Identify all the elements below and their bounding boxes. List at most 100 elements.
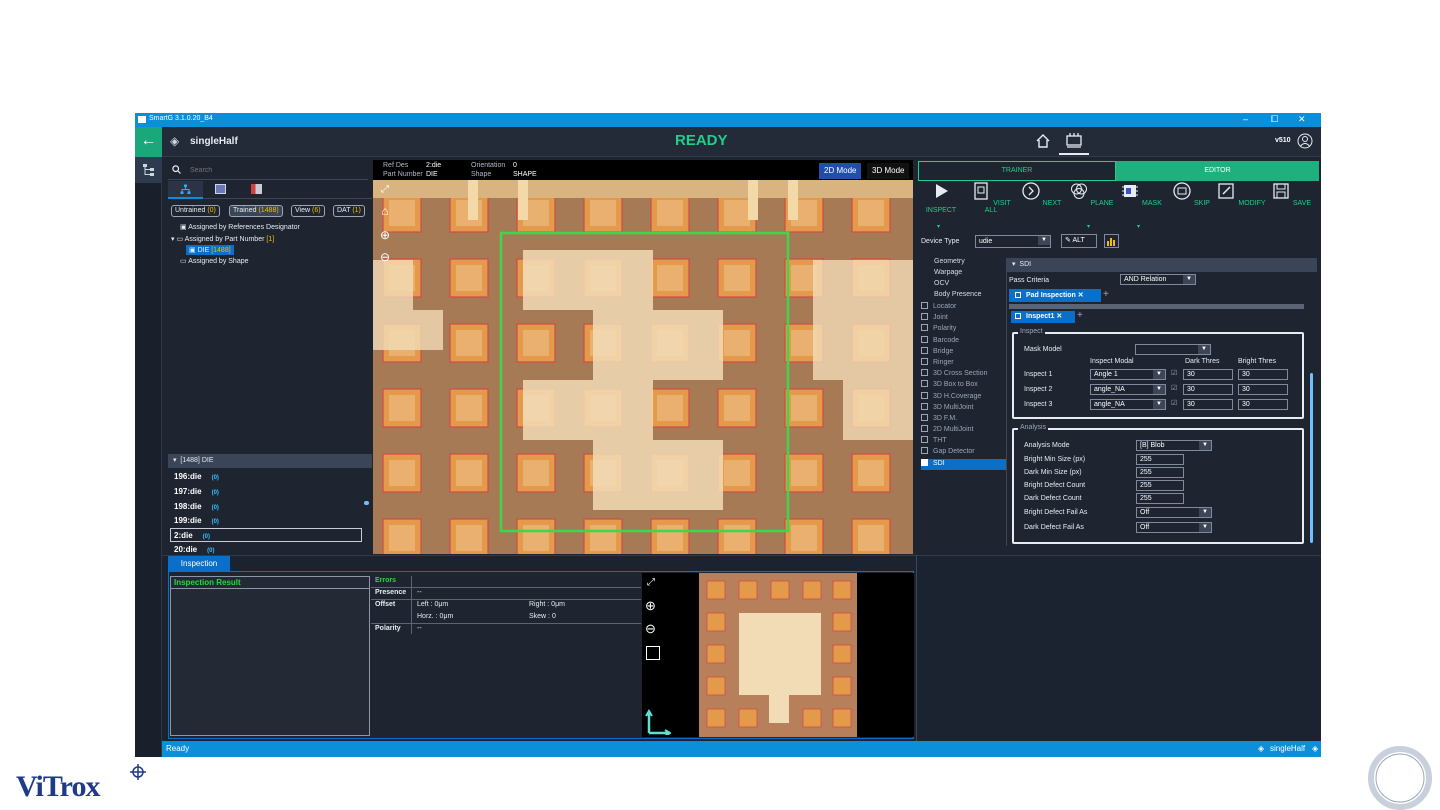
filter-view[interactable]: View (6) bbox=[291, 205, 325, 217]
back-button[interactable]: ← bbox=[135, 127, 162, 157]
menu-3d-cross-section[interactable]: 3D Cross Section bbox=[921, 369, 1007, 380]
mask-model-select[interactable] bbox=[1135, 344, 1211, 355]
mask-button[interactable]: MASK bbox=[1116, 181, 1166, 207]
bright-thres-input[interactable]: 30 bbox=[1238, 399, 1288, 410]
menu-2d-multijoint[interactable]: 2D MultiJoint bbox=[921, 425, 1007, 436]
main-image-view[interactable] bbox=[373, 180, 913, 554]
checkbox[interactable] bbox=[921, 436, 928, 444]
list-item[interactable]: 196:die (0) bbox=[174, 472, 219, 481]
menu-tht[interactable]: THT bbox=[921, 436, 1007, 447]
grid-view-icon[interactable] bbox=[215, 184, 226, 194]
list-item-selected[interactable]: 2:die (0) bbox=[170, 528, 362, 542]
checkbox[interactable] bbox=[921, 391, 928, 399]
tree-ref-designator[interactable]: ▣ Assigned by References Designator bbox=[180, 223, 300, 231]
analysis-mode-select[interactable]: [B] Blob bbox=[1136, 440, 1212, 451]
dark-thres-input[interactable]: 30 bbox=[1183, 384, 1233, 395]
checkbox[interactable] bbox=[921, 313, 928, 321]
search-box[interactable] bbox=[168, 160, 368, 180]
die-list-header[interactable]: ▾ [1488] DIE bbox=[168, 454, 372, 468]
menu-polarity[interactable]: Polarity bbox=[921, 324, 1007, 335]
menu-ringer[interactable]: Ringer bbox=[921, 357, 1007, 369]
visit-all-button[interactable]: VISIT ALL bbox=[966, 181, 1016, 214]
dark-min-size-input[interactable]: 255 bbox=[1136, 467, 1184, 478]
chart-button[interactable] bbox=[1104, 234, 1119, 248]
close-button[interactable]: ✕ bbox=[1298, 114, 1306, 125]
zoom-in-icon[interactable]: ⊕ bbox=[645, 598, 656, 614]
minimize-button[interactable]: – bbox=[1243, 114, 1248, 124]
list-item[interactable]: 199:die (0) bbox=[174, 516, 219, 525]
dark-thres-input[interactable]: 30 bbox=[1183, 369, 1233, 380]
bright-defect-fail-select[interactable]: Off bbox=[1136, 507, 1212, 518]
sdi-scrollbar[interactable] bbox=[1310, 373, 1313, 543]
menu-gap-detector[interactable]: Gap Detector bbox=[921, 447, 1007, 458]
close-tab-icon[interactable]: ✕ bbox=[1056, 313, 1062, 320]
menu-joint[interactable]: Joint bbox=[921, 313, 1007, 324]
zoom-out-icon[interactable]: ⊖ bbox=[376, 250, 394, 272]
next-button[interactable]: NEXT bbox=[1016, 181, 1066, 207]
checkbox[interactable] bbox=[921, 335, 928, 343]
inspect-button[interactable]: INSPECT bbox=[916, 181, 966, 214]
menu-sdi-selected[interactable]: SDI bbox=[921, 458, 1007, 470]
checkbox[interactable] bbox=[921, 380, 928, 388]
inspect-modal-select[interactable]: angle_NA bbox=[1090, 399, 1166, 410]
mode-3d-button[interactable]: 3D Mode bbox=[867, 163, 910, 179]
tree-part-number[interactable]: ▾ ▭ Assigned by Part Number [1] bbox=[171, 235, 274, 243]
list-item[interactable]: 20:die (0) bbox=[174, 545, 214, 554]
list-item[interactable]: 197:die (0) bbox=[174, 487, 219, 496]
home-icon[interactable] bbox=[1035, 133, 1051, 149]
tab-tree-view[interactable] bbox=[168, 181, 203, 199]
maximize-button[interactable]: ⧠ bbox=[1271, 114, 1278, 125]
tree-shape[interactable]: ▭ Assigned by Shape bbox=[180, 257, 249, 265]
nav-item-tree[interactable] bbox=[135, 157, 162, 183]
modify-button[interactable]: MODIFY bbox=[1216, 181, 1266, 207]
menu-ocv[interactable]: OCV bbox=[921, 280, 1007, 291]
zoom-in-icon[interactable]: ⊕ bbox=[376, 228, 394, 250]
menu-warpage[interactable]: Warpage bbox=[921, 269, 1007, 280]
checkbox[interactable] bbox=[1015, 292, 1021, 298]
tab-editor[interactable]: EDITOR bbox=[1116, 161, 1319, 181]
filter-dat[interactable]: DAT (1) bbox=[333, 205, 365, 217]
skip-button[interactable]: SKIP bbox=[1166, 181, 1216, 207]
tab-trainer[interactable]: TRAINER bbox=[918, 161, 1116, 181]
list-scrollbar[interactable] bbox=[364, 501, 369, 505]
menu-geometry[interactable]: Geometry bbox=[921, 258, 1007, 269]
checkbox[interactable] bbox=[921, 357, 928, 365]
checkbox[interactable] bbox=[921, 324, 928, 332]
checkbox[interactable] bbox=[921, 369, 928, 377]
menu-3d-fm[interactable]: 3D F.M. bbox=[921, 413, 1007, 425]
checkbox[interactable] bbox=[921, 346, 928, 354]
filter-trained[interactable]: Trained (1488) bbox=[229, 205, 283, 217]
thumbnail-viewer[interactable]: ⤢ ⊕ ⊖ bbox=[642, 573, 914, 737]
machine-icon[interactable] bbox=[1065, 132, 1083, 148]
menu-3d-h-coverage[interactable]: 3D H.Coverage bbox=[921, 391, 1007, 403]
alt-button[interactable]: ✎ ALT bbox=[1061, 234, 1097, 248]
save-button[interactable]: SAVE bbox=[1266, 181, 1316, 207]
zoom-out-icon[interactable]: ⊖ bbox=[645, 621, 656, 637]
bright-min-size-input[interactable]: 255 bbox=[1136, 454, 1184, 465]
mode-2d-button[interactable]: 2D Mode bbox=[819, 163, 862, 179]
edit-mini-icon[interactable]: ☑ bbox=[1171, 384, 1177, 392]
filter-untrained[interactable]: Untrained (0) bbox=[171, 205, 220, 217]
dark-thres-input[interactable]: 30 bbox=[1183, 399, 1233, 410]
checkbox[interactable] bbox=[1015, 313, 1021, 319]
chip-view-icon[interactable] bbox=[251, 184, 262, 194]
menu-barcode[interactable]: Barcode bbox=[921, 335, 1007, 347]
user-avatar-icon[interactable] bbox=[1297, 133, 1313, 149]
tab-pad-inspection[interactable]: Pad Inspection ✕ bbox=[1009, 289, 1101, 302]
checkbox[interactable] bbox=[921, 413, 928, 421]
dark-defect-fail-select[interactable]: Off bbox=[1136, 522, 1212, 533]
fit-icon[interactable]: ⤢ bbox=[376, 184, 394, 204]
menu-3d-box-to-box[interactable]: 3D Box to Box bbox=[921, 380, 1007, 391]
menu-bridge[interactable]: Bridge bbox=[921, 346, 1007, 358]
search-input[interactable] bbox=[190, 164, 360, 176]
inspect-modal-select[interactable]: Angle 1 bbox=[1090, 369, 1166, 380]
tree-die-selected[interactable]: ▣ DIE [1488] bbox=[186, 245, 234, 255]
fit-icon[interactable]: ⤢ bbox=[647, 577, 655, 588]
edit-mini-icon[interactable]: ☑ bbox=[1171, 369, 1177, 377]
list-item[interactable]: 198:die (0) bbox=[174, 502, 219, 511]
checked-checkbox[interactable] bbox=[921, 458, 928, 466]
checkbox[interactable] bbox=[921, 425, 928, 433]
menu-body-presence[interactable]: Body Presence bbox=[921, 291, 1007, 302]
sdi-header[interactable]: ▾ SDI bbox=[1007, 258, 1317, 272]
checkbox[interactable] bbox=[921, 447, 928, 455]
